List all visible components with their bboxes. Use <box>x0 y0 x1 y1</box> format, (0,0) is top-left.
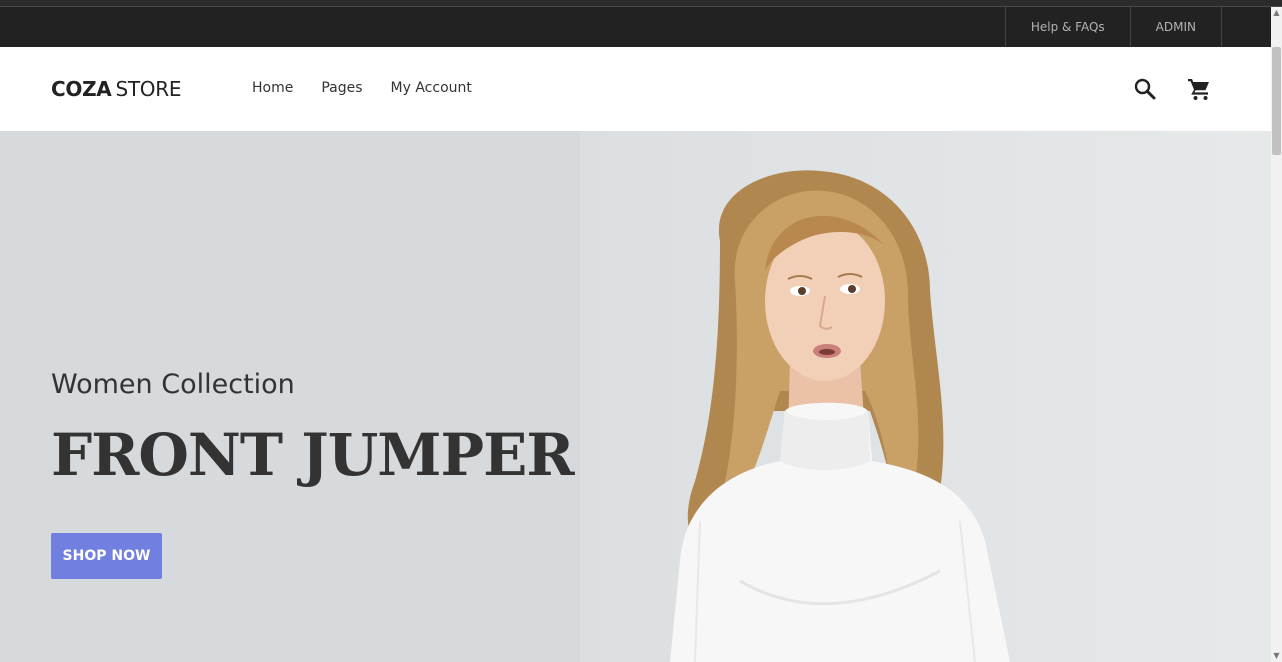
nav-item-my-account[interactable]: My Account <box>391 80 472 96</box>
nav-item-home[interactable]: Home <box>252 80 293 96</box>
hero-model-image <box>670 170 1010 662</box>
search-icon <box>1134 78 1156 100</box>
search-button[interactable] <box>1132 76 1158 102</box>
scroll-down-arrow-icon[interactable]: ▼ <box>1271 650 1282 662</box>
main-header: COZA STORE Home Pages My Account <box>0 47 1271 131</box>
cart-button[interactable] <box>1186 76 1212 102</box>
browser-chrome-strip <box>0 0 1282 7</box>
page-scrollbar[interactable]: ▲ ▼ <box>1271 7 1282 662</box>
top-bar-links: Help & FAQs ADMIN <box>1004 7 1222 47</box>
admin-link[interactable]: ADMIN <box>1131 7 1222 47</box>
nav-item-pages[interactable]: Pages <box>321 80 362 96</box>
main-nav: Home Pages My Account <box>252 80 500 96</box>
hero-title: FRONT JUMPER <box>51 421 575 489</box>
store-logo[interactable]: COZA STORE <box>51 77 181 101</box>
logo-light-text: STORE <box>115 77 182 101</box>
help-faqs-link[interactable]: Help & FAQs <box>1006 7 1131 47</box>
logo-bold-text: COZA <box>51 77 112 101</box>
hero-slider: Women Collection FRONT JUMPER SHOP NOW <box>0 131 1271 662</box>
top-bar: Help & FAQs ADMIN <box>0 7 1271 47</box>
scroll-up-arrow-icon[interactable]: ▲ <box>1271 7 1282 19</box>
shop-now-button[interactable]: SHOP NOW <box>51 533 162 579</box>
cart-icon <box>1188 79 1209 100</box>
hero-subtitle: Women Collection <box>51 369 295 400</box>
scrollbar-thumb[interactable] <box>1272 47 1281 155</box>
